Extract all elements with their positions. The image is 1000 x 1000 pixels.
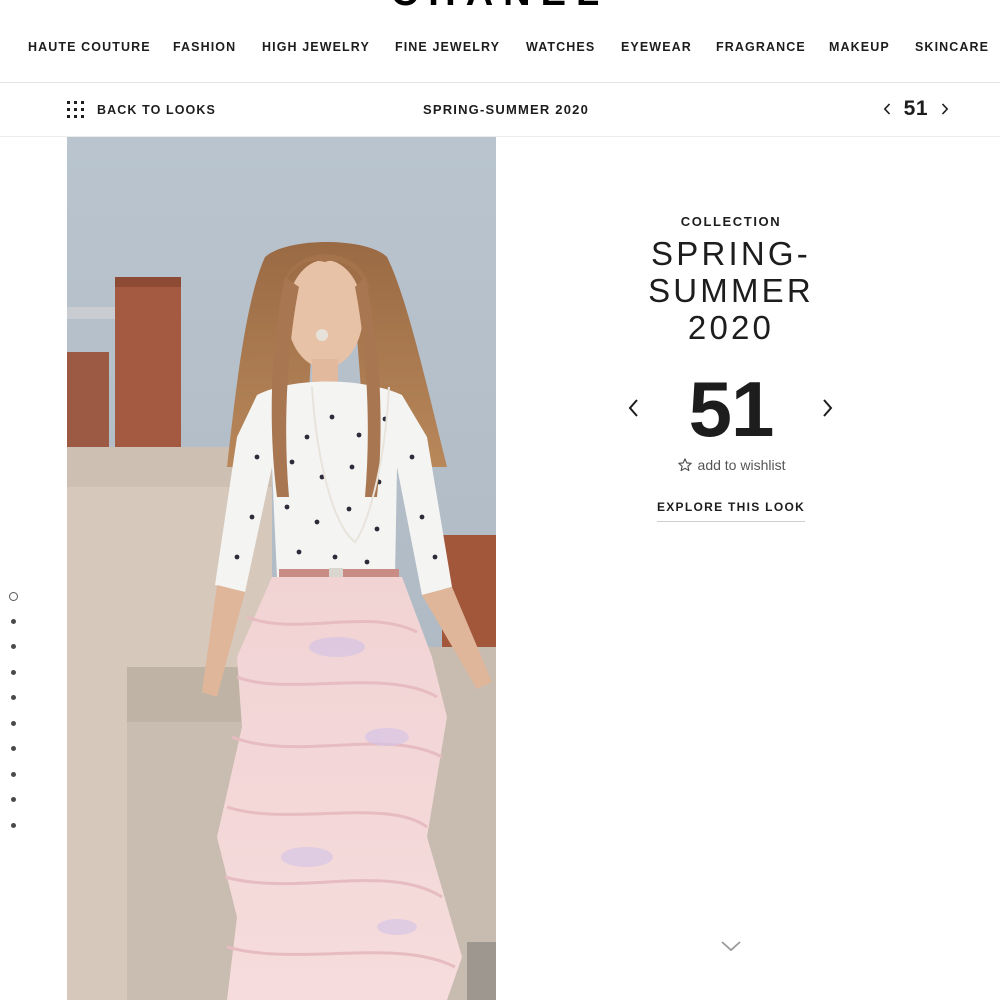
look-number: 51 — [688, 365, 775, 453]
subbar-look-number: 51 — [903, 97, 928, 120]
section-dot[interactable] — [11, 619, 16, 624]
section-dot[interactable] — [11, 746, 16, 751]
chevron-down-icon[interactable] — [720, 939, 742, 953]
main-nav: HAUTE COUTURE FASHION HIGH JEWELRY FINE … — [0, 40, 1000, 60]
look-photo — [67, 137, 496, 1000]
look-pager: 51 — [560, 365, 902, 460]
subbar-collection-title: SPRING-SUMMER 2020 — [422, 102, 590, 117]
section-dot[interactable] — [11, 670, 16, 675]
section-dot[interactable] — [11, 695, 16, 700]
subbar-look-pager: 51 — [880, 97, 952, 121]
nav-item-haute-couture[interactable]: HAUTE COUTURE — [28, 40, 151, 54]
nav-item-fragrance[interactable]: FRAGRANCE — [716, 40, 806, 54]
chevron-right-icon[interactable] — [938, 100, 952, 118]
nav-item-fashion[interactable]: FASHION — [173, 40, 236, 54]
nav-item-watches[interactable]: WATCHES — [526, 40, 595, 54]
look-subbar: BACK TO LOOKS SPRING-SUMMER 2020 51 — [0, 83, 1000, 136]
section-dot[interactable] — [11, 721, 16, 726]
nav-item-eyewear[interactable]: EYEWEAR — [621, 40, 692, 54]
nav-item-makeup[interactable]: MAKEUP — [829, 40, 890, 54]
section-dot[interactable] — [9, 592, 18, 601]
brand-logo[interactable]: CHANEL — [0, 0, 1000, 8]
section-dot[interactable] — [11, 644, 16, 649]
nav-item-high-jewelry[interactable]: HIGH JEWELRY — [262, 40, 370, 54]
section-dot[interactable] — [11, 772, 16, 777]
collection-label: COLLECTION — [680, 214, 782, 229]
explore-this-look-link[interactable]: EXPLORE THIS LOOK — [656, 500, 806, 522]
section-dot[interactable] — [11, 823, 16, 828]
chevron-right-icon[interactable] — [814, 396, 838, 420]
look-info-panel: COLLECTION SPRING-SUMMER 2020 51 add to … — [560, 214, 902, 522]
nav-item-fine-jewelry[interactable]: FINE JEWELRY — [395, 40, 500, 54]
collection-title: SPRING-SUMMER 2020 — [648, 235, 814, 346]
chevron-left-icon[interactable] — [880, 100, 894, 118]
nav-item-skincare[interactable]: SKINCARE — [915, 40, 989, 54]
section-dot[interactable] — [11, 797, 16, 802]
